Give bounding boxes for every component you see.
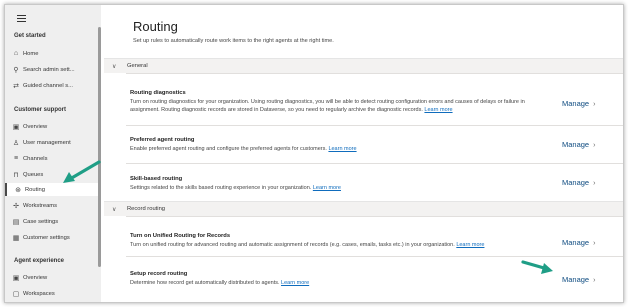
sidebar: Get started ⌂ Home ⚲ Search admin sett... … xyxy=(5,5,101,302)
row-title: Routing diagnostics xyxy=(130,90,186,96)
learn-more-link[interactable]: Learn more xyxy=(281,280,309,286)
group-header-general[interactable]: ∨ General xyxy=(104,58,623,73)
channels-icon: ≡ xyxy=(13,155,19,162)
row-title: Skill-based routing xyxy=(130,176,183,182)
manage-button[interactable]: Manage › xyxy=(562,275,595,284)
manage-button[interactable]: Manage › xyxy=(562,99,595,108)
row-description: Turn on unified routing for advanced rou… xyxy=(130,242,485,248)
annotation-arrow-manage xyxy=(521,260,553,274)
overview-icon: ▣ xyxy=(12,274,20,282)
manage-button[interactable]: Manage › xyxy=(562,140,595,149)
case-icon: ▤ xyxy=(12,218,20,226)
chevron-down-icon: ∨ xyxy=(112,206,117,213)
settings-row-preferred-agent-routing: Preferred agent routing Enable preferred… xyxy=(126,125,623,163)
channel-icon: ⇄ xyxy=(13,82,19,90)
learn-more-link[interactable]: Learn more xyxy=(313,185,341,191)
annotation-arrow-routing xyxy=(63,160,101,183)
chevron-right-icon: › xyxy=(593,142,596,149)
user-icon: ♙ xyxy=(12,139,20,147)
chevron-right-icon: › xyxy=(593,101,596,108)
chevron-right-icon: › xyxy=(593,240,596,247)
hamburger-menu-icon[interactable] xyxy=(17,15,26,22)
settings-row-routing-diagnostics: Routing diagnostics Turn on routing diag… xyxy=(126,73,623,125)
sidebar-item-guided-channel-setup[interactable]: ⇄ Guided channel s... xyxy=(5,79,98,92)
row-title: Preferred agent routing xyxy=(130,137,195,143)
sidebar-section-customer-support: Customer support xyxy=(14,107,67,113)
manage-button[interactable]: Manage › xyxy=(562,238,595,247)
sidebar-item-workspaces[interactable]: ▢ Workspaces xyxy=(5,287,98,300)
group-header-record-routing[interactable]: ∨ Record routing xyxy=(104,201,623,216)
sidebar-scrollbar[interactable] xyxy=(98,27,101,267)
page-subtitle: Set up rules to automatically route work… xyxy=(133,38,334,44)
chevron-down-icon: ∨ xyxy=(112,63,117,70)
chevron-right-icon: › xyxy=(593,277,596,284)
sidebar-item-case-settings[interactable]: ▤ Case settings xyxy=(5,215,98,228)
sidebar-item-overview[interactable]: ▣ Overview xyxy=(5,120,98,133)
learn-more-link[interactable]: Learn more xyxy=(456,242,484,248)
search-icon: ⚲ xyxy=(13,66,19,74)
sidebar-item-workstreams[interactable]: ✢ Workstreams xyxy=(5,199,98,212)
page-title: Routing xyxy=(133,19,178,34)
settings-row-skill-based-routing: Skill-based routing Settings related to … xyxy=(126,163,623,201)
row-description: Enable preferred agent routing and confi… xyxy=(130,146,357,152)
row-description: Settings related to the skills based rou… xyxy=(130,185,341,191)
sidebar-section-get-started: Get started xyxy=(14,33,46,39)
settings-row-unified-routing: Turn on Unified Routing for Records Turn… xyxy=(126,216,623,256)
queue-icon: ⊓ xyxy=(13,171,19,179)
app-window: Get started ⌂ Home ⚲ Search admin sett... … xyxy=(4,4,624,303)
workspace-icon: ▢ xyxy=(12,290,20,298)
chevron-right-icon: › xyxy=(593,180,596,187)
learn-more-link[interactable]: Learn more xyxy=(328,146,356,152)
learn-more-link[interactable]: Learn more xyxy=(424,107,452,113)
customer-icon: ▦ xyxy=(12,234,20,242)
sidebar-item-user-management[interactable]: ♙ User management xyxy=(5,136,98,149)
home-icon: ⌂ xyxy=(13,50,19,57)
sidebar-item-customer-settings[interactable]: ▦ Customer settings xyxy=(5,231,98,244)
row-title: Turn on Unified Routing for Records xyxy=(130,233,231,239)
routing-icon: ⊛ xyxy=(15,186,21,194)
row-description: Determine how record get automatically d… xyxy=(130,280,310,286)
sidebar-section-agent-experience: Agent experience xyxy=(14,258,65,264)
row-title: Setup record routing xyxy=(130,271,188,277)
workstream-icon: ✢ xyxy=(13,202,19,210)
sidebar-item-search-admin-settings[interactable]: ⚲ Search admin sett... xyxy=(5,63,98,76)
manage-button[interactable]: Manage › xyxy=(562,178,595,187)
sidebar-item-home[interactable]: ⌂ Home xyxy=(5,47,98,60)
row-description: Turn on routing diagnostics for your org… xyxy=(130,99,525,113)
overview-icon: ▣ xyxy=(12,123,20,131)
sidebar-item-agent-overview[interactable]: ▣ Overview xyxy=(5,271,98,284)
